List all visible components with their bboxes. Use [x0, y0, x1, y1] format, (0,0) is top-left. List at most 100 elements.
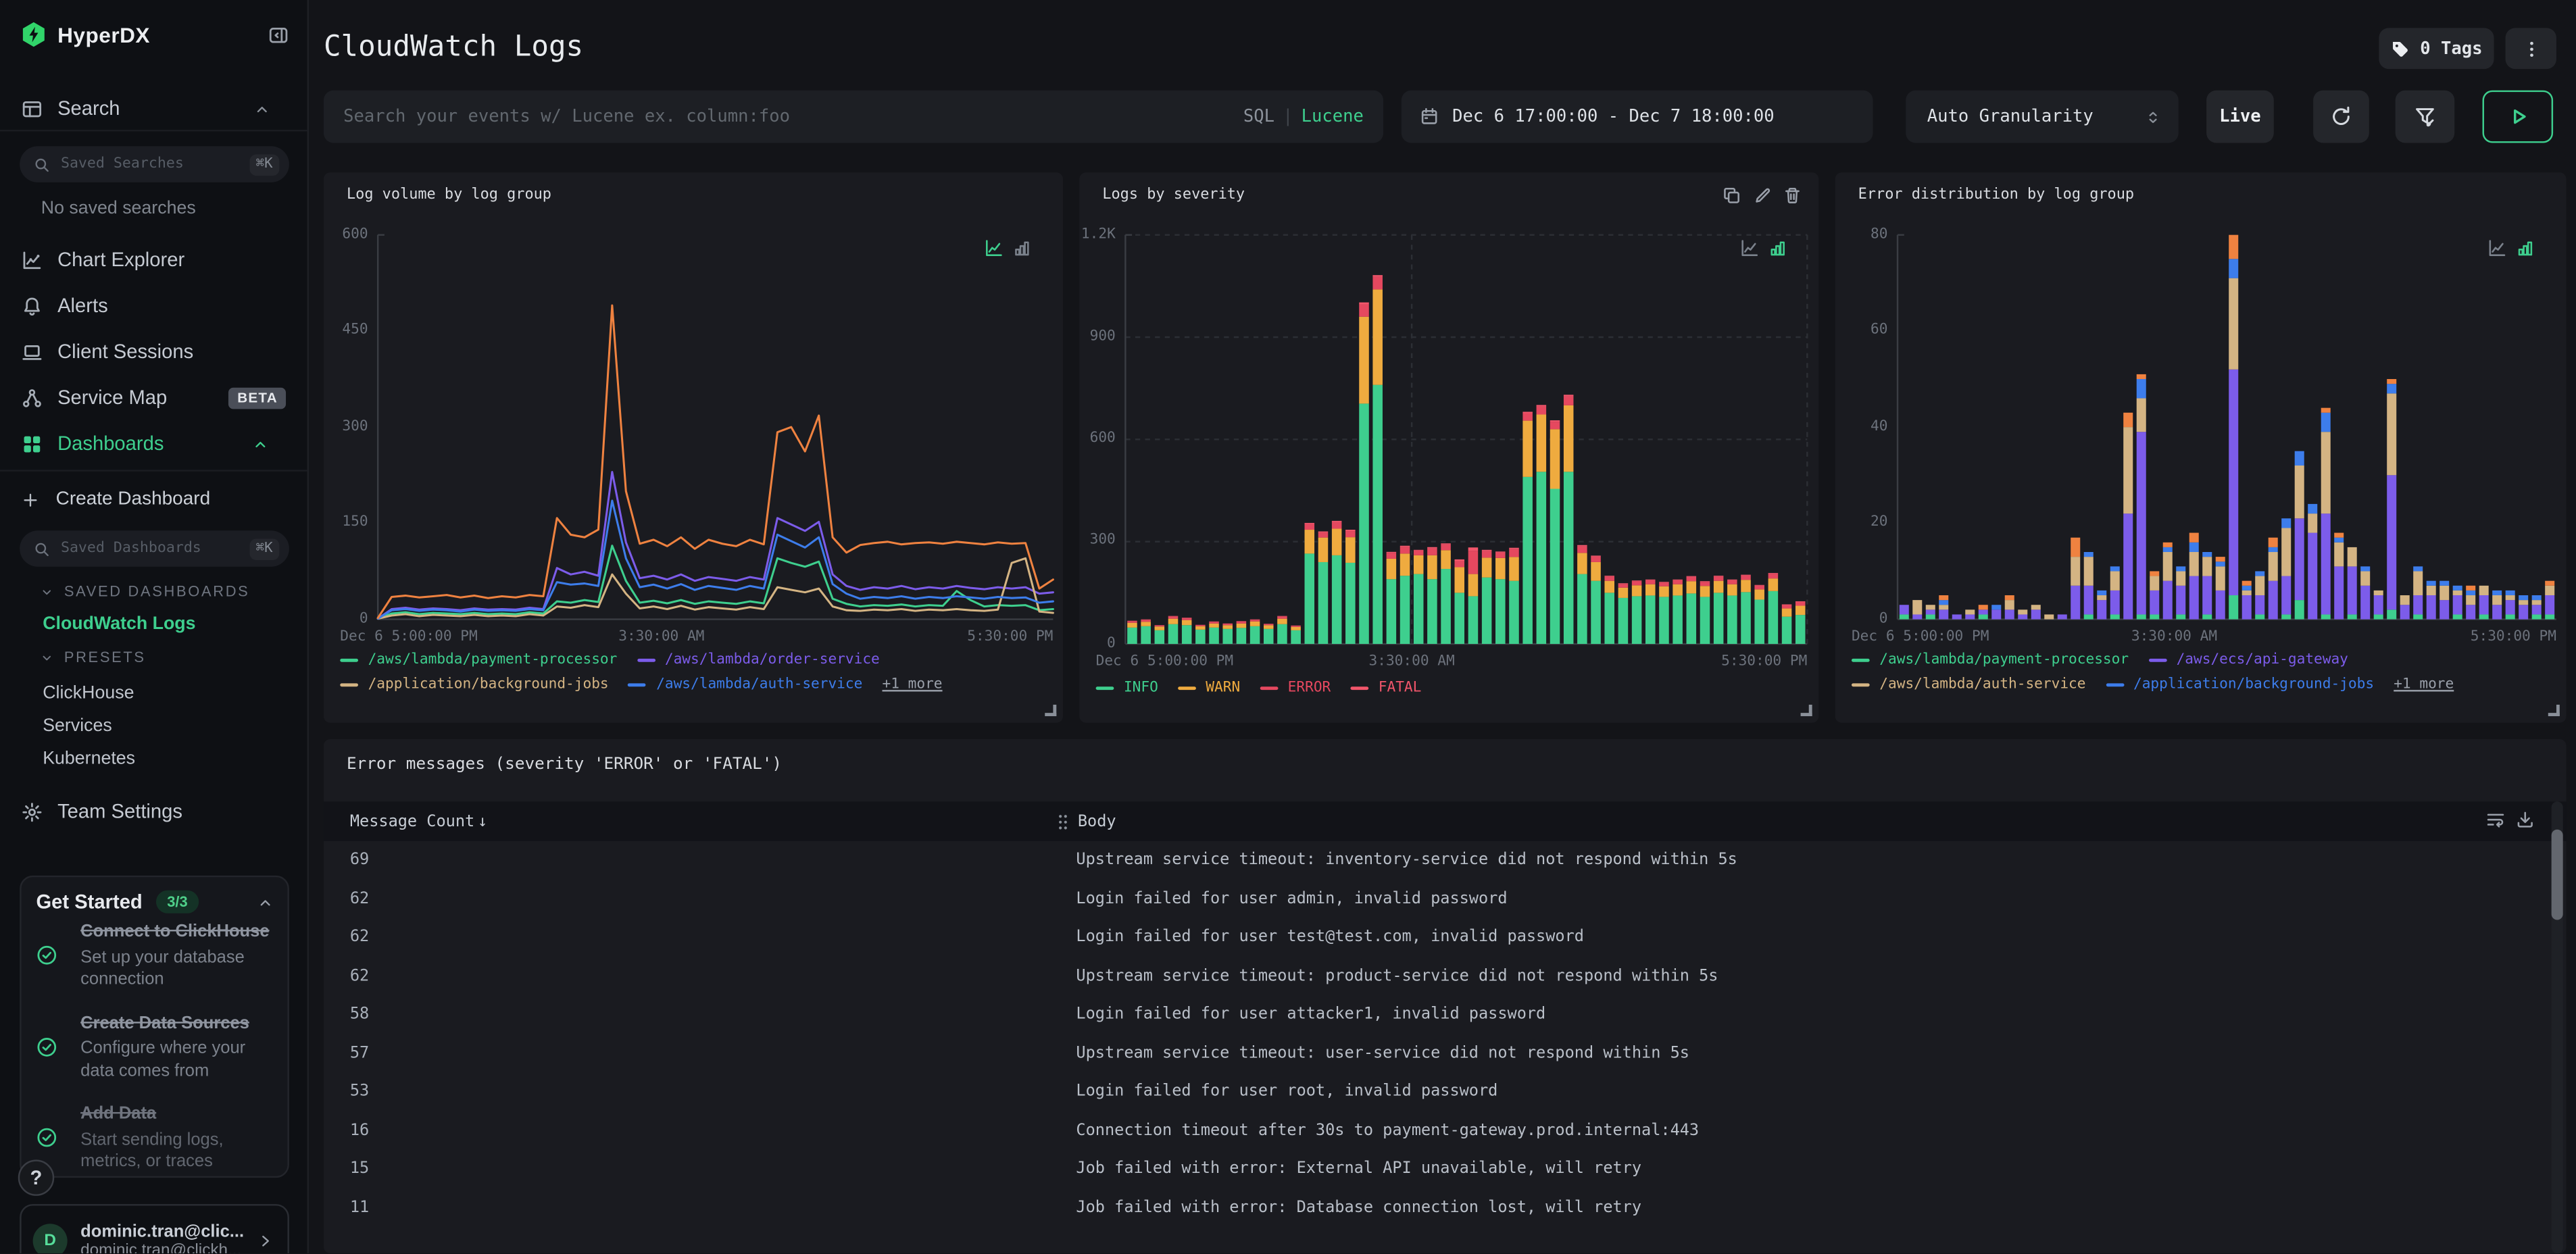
sidebar-item-search[interactable]: Search: [0, 87, 307, 130]
chevron-up-icon[interactable]: [253, 99, 271, 118]
sidebar-item-service-map[interactable]: Service Map BETA: [0, 374, 307, 420]
get-started-tasks: Connect to ClickHouse Set up your databas…: [36, 920, 277, 1174]
legend-row: /aws/lambda/payment-processor/aws/lambda…: [340, 652, 942, 668]
chevron-up-icon[interactable]: [250, 434, 272, 453]
live-button[interactable]: Live: [2206, 90, 2274, 143]
line-chart-toggle-icon[interactable]: [1740, 239, 1760, 258]
legend-item[interactable]: ERROR: [1260, 680, 1331, 697]
sidebar-item-label: Client Sessions: [57, 340, 194, 363]
y-tick-label: 0: [1107, 634, 1116, 651]
saved-searches-input[interactable]: Saved Searches ⌘K: [20, 146, 289, 182]
refresh-button[interactable]: [2313, 90, 2369, 143]
table-row[interactable]: 11 Job failed with error: Database connec…: [324, 1188, 2552, 1227]
legend-item[interactable]: /aws/lambda/auth-service: [628, 676, 862, 693]
section-saved-dashboards[interactable]: SAVED DASHBOARDS: [39, 583, 249, 599]
sidebar-item-cloudwatch-logs[interactable]: CloudWatch Logs: [43, 614, 195, 634]
resize-handle[interactable]: [1045, 704, 1057, 717]
get-started-task[interactable]: Add Data Start sending logs, metrics, or …: [36, 1102, 277, 1174]
chevron-up-icon[interactable]: [256, 893, 274, 911]
sidebar-item-alerts[interactable]: Alerts: [0, 282, 307, 328]
sql-mode-label[interactable]: SQL: [1243, 107, 1274, 126]
sidebar-item-client-sessions[interactable]: Client Sessions: [0, 328, 307, 374]
column-header-message-count[interactable]: Message Count ↓: [350, 812, 487, 830]
sidebar-item-chart-explorer[interactable]: Chart Explorer: [0, 236, 307, 282]
table-row[interactable]: 69 Upstream service timeout: inventory-se…: [324, 841, 2552, 880]
sort-desc-icon[interactable]: ↓: [478, 812, 487, 830]
legend-item[interactable]: FATAL: [1350, 680, 1421, 697]
task-title: Add Data: [80, 1103, 157, 1124]
bar-chart-toggle-icon[interactable]: [1012, 239, 1032, 258]
line-chart-toggle-icon[interactable]: [984, 239, 1004, 258]
logo-row: HyperDX: [22, 16, 289, 52]
date-range-picker[interactable]: Dec 6 17:00:00 - Dec 7 18:00:00: [1401, 90, 1873, 143]
sidebar-item-kubernetes[interactable]: Kubernetes: [43, 743, 135, 776]
sidebar-item-team-settings[interactable]: Team Settings: [0, 792, 307, 831]
legend-more-link[interactable]: +1 more: [883, 676, 943, 692]
table-row[interactable]: 15 Job failed with error: External API un…: [324, 1150, 2552, 1188]
saved-dashboards-input[interactable]: Saved Dashboards ⌘K: [20, 530, 289, 567]
more-menu-button[interactable]: [2505, 28, 2556, 70]
run-query-button[interactable]: [2482, 90, 2554, 143]
drag-handle-icon[interactable]: [1056, 812, 1069, 830]
cell-message-count: 58: [349, 1005, 370, 1024]
table-row[interactable]: 57 Upstream service timeout: user-service…: [324, 1034, 2552, 1072]
legend-item[interactable]: /application/background-jobs: [2105, 676, 2374, 693]
sidebar-collapse-icon[interactable]: [268, 24, 289, 45]
chevron-down-icon: [39, 650, 54, 665]
laptop-icon: [22, 341, 43, 362]
legend-label: ERROR: [1287, 680, 1331, 697]
get-started-header[interactable]: Get Started 3/3: [36, 887, 274, 917]
scrollbar-thumb[interactable]: [2551, 829, 2563, 920]
duplicate-panel-icon[interactable]: [1722, 186, 1741, 205]
create-dashboard-button[interactable]: Create Dashboard: [22, 480, 211, 519]
table-row[interactable]: 62 Login failed for user admin, invalid p…: [324, 880, 2552, 918]
column-header-body[interactable]: Body: [1056, 812, 1116, 830]
legend-item[interactable]: INFO: [1095, 680, 1158, 697]
edit-panel-icon[interactable]: [1753, 186, 1773, 205]
y-tick-label: 150: [342, 513, 368, 531]
bar-chart-toggle-icon[interactable]: [2515, 239, 2535, 258]
table-row[interactable]: 16 Connection timeout after 30s to paymen…: [324, 1111, 2552, 1150]
get-started-task[interactable]: Create Data Sources Configure where your …: [36, 1011, 277, 1082]
lucene-mode-label[interactable]: Lucene: [1302, 107, 1364, 126]
sidebar-item-clickhouse[interactable]: ClickHouse: [43, 677, 135, 710]
table-row[interactable]: 58 Login failed for user attacker1, inval…: [324, 995, 2552, 1034]
get-started-task[interactable]: Connect to ClickHouse Set up your databas…: [36, 920, 277, 991]
legend-item[interactable]: WARN: [1177, 680, 1240, 697]
logs-severity-chart[interactable]: [1079, 172, 1818, 722]
legend-item[interactable]: /application/background-jobs: [340, 676, 609, 693]
tags-button[interactable]: 0 Tags: [2379, 28, 2494, 70]
table-row[interactable]: 53 Login failed for user root, invalid pa…: [324, 1073, 2552, 1111]
bar-chart-toggle-icon[interactable]: [1768, 239, 1787, 258]
query-language-toggle[interactable]: SQL | Lucene: [1243, 107, 1364, 126]
legend-item[interactable]: /aws/lambda/order-service: [637, 652, 880, 668]
legend-item[interactable]: /aws/ecs/api-gateway: [2148, 652, 2348, 668]
sidebar-item-label: Alerts: [57, 294, 108, 318]
panel-error-distribution: Error distribution by log group /aws/lam…: [1835, 172, 2567, 723]
line-chart-toggle-icon[interactable]: [2487, 239, 2507, 258]
delete-panel-icon[interactable]: [1783, 186, 1802, 205]
filter-button[interactable]: [2395, 90, 2455, 143]
user-menu[interactable]: D dominic.tran@clic... dominic.tran@clic…: [20, 1204, 289, 1254]
cell-message-count: 16: [349, 1121, 370, 1140]
section-presets[interactable]: PRESETS: [39, 649, 145, 666]
sidebar-item-services[interactable]: Services: [43, 709, 135, 743]
resize-handle[interactable]: [1800, 704, 1812, 717]
table-row[interactable]: 62 Login failed for user test@test.com, i…: [324, 918, 2552, 957]
legend-swatch: [637, 658, 655, 662]
legend-item[interactable]: /aws/lambda/payment-processor: [340, 652, 617, 668]
legend-item[interactable]: /aws/lambda/payment-processor: [1851, 652, 2129, 668]
sidebar-item-dashboards[interactable]: Dashboards: [0, 420, 307, 466]
granularity-select[interactable]: Auto Granularity: [1906, 90, 2179, 143]
wrap-text-icon[interactable]: [2485, 810, 2505, 830]
resize-handle[interactable]: [2548, 704, 2560, 717]
legend-item[interactable]: /aws/lambda/auth-service: [1851, 676, 2085, 693]
table-row[interactable]: 62 Upstream service timeout: product-serv…: [324, 957, 2552, 995]
help-button[interactable]: ?: [18, 1159, 55, 1196]
event-search-input[interactable]: Search your events w/ Lucene ex. column:…: [323, 90, 1384, 143]
task-text: Create Data Sources Configure where your …: [80, 1011, 278, 1082]
x-tick-label: 5:30:00 PM: [1721, 653, 1808, 670]
download-icon[interactable]: [2515, 810, 2535, 830]
table-rows: 69 Upstream service timeout: inventory-se…: [324, 841, 2552, 1227]
legend-more-link[interactable]: +1 more: [2394, 676, 2454, 692]
